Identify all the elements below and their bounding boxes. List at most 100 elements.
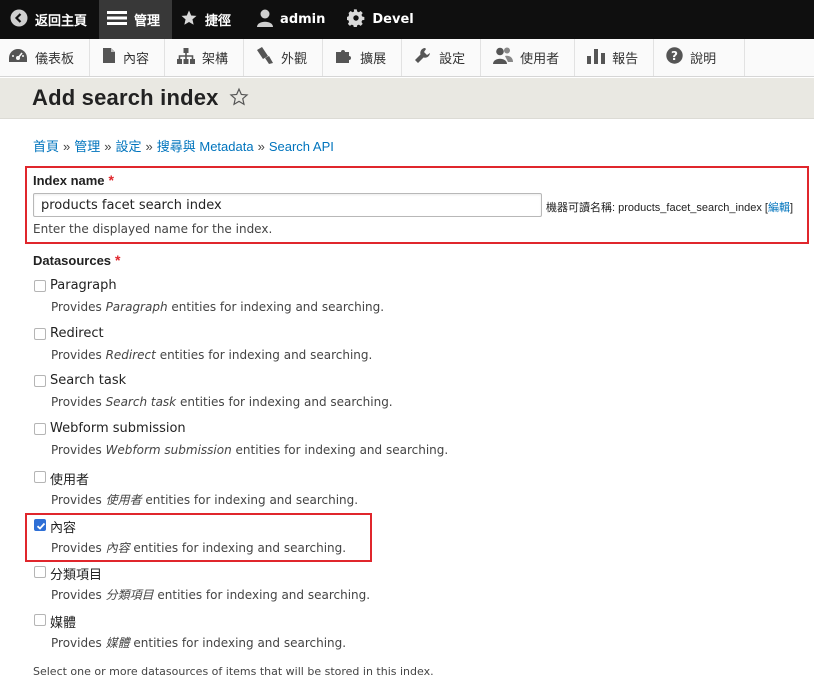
datasources-footnote: Select one or more datasources of items … (33, 665, 434, 678)
index-name-input[interactable] (33, 193, 542, 217)
tray-item-label: 內容 (123, 52, 150, 67)
tray-item-label: 外觀 (281, 52, 308, 67)
datasource-description-prefix: Provides (51, 395, 102, 409)
star-outline-icon[interactable] (229, 87, 249, 111)
arrow-left-circle-icon (10, 9, 35, 31)
datasource-description-entity: 媒體 (105, 636, 130, 650)
breadcrumb-separator: » (104, 139, 112, 154)
datasource-checkbox[interactable] (34, 328, 46, 340)
datasource-option-label[interactable]: 內容 (50, 517, 76, 536)
tray-item-label: 架構 (202, 52, 229, 67)
toolbar-shortcuts-label: 捷徑 (205, 14, 232, 29)
tray-item-label: 儀表板 (35, 52, 75, 67)
tray-item-dashboard[interactable]: 儀表板 (0, 39, 91, 76)
datasource-description-suffix: entities for indexing and searching. (235, 443, 449, 457)
index-name-label: Index name * (33, 172, 114, 188)
dashboard-icon (8, 48, 35, 68)
datasource-checkbox[interactable] (34, 614, 46, 626)
tray-item-appearance[interactable]: 外觀 (244, 39, 324, 76)
datasource-description-entity: 分類項目 (105, 588, 154, 602)
tray-item-extend[interactable]: 擴展 (323, 39, 403, 76)
toolbar-devel[interactable]: Devel (337, 0, 425, 39)
star-icon (180, 9, 205, 31)
datasource-description: Provides Webform submission entities for… (51, 443, 448, 457)
datasource-description-prefix: Provides (51, 300, 102, 314)
page-title: Add search index (32, 85, 219, 110)
page-header: Add search index (0, 78, 814, 119)
datasource-description-entity: Redirect (105, 348, 156, 362)
datasource-description: Provides Redirect entities for indexing … (51, 348, 372, 362)
datasource-description-entity: Search task (105, 395, 177, 409)
wrench-icon (414, 47, 439, 68)
toolbar-user[interactable]: admin (243, 0, 337, 39)
toolbar-shortcuts[interactable]: 捷徑 (172, 0, 243, 39)
people-icon (493, 47, 520, 68)
datasource-description-suffix: entities for indexing and searching. (159, 348, 373, 362)
bar-chart-icon (587, 47, 612, 68)
breadcrumb-config[interactable]: 設定 (116, 139, 142, 154)
datasource-option-label[interactable]: 使用者 (50, 469, 89, 488)
datasource-option-label[interactable]: 分類項目 (50, 564, 102, 583)
datasource-description-suffix: entities for indexing and searching. (133, 541, 347, 555)
datasource-option-label[interactable]: Webform submission (50, 421, 186, 436)
datasource-description-suffix: entities for indexing and searching. (171, 300, 385, 314)
tray-item-label: 使用者 (520, 52, 560, 67)
tray-item-people[interactable]: 使用者 (481, 39, 576, 76)
index-name-label-text: Index name (33, 173, 105, 188)
datasource-description-prefix: Provides (51, 443, 102, 457)
datasource-option-label[interactable]: 媒體 (50, 612, 76, 631)
structure-icon (177, 47, 202, 68)
breadcrumb-admin[interactable]: 管理 (74, 139, 100, 154)
datasource-description: Provides 使用者 entities for indexing and s… (51, 491, 358, 508)
machine-name-edit-link[interactable]: 編輯 (768, 202, 790, 214)
tray-item-structure[interactable]: 架構 (165, 39, 245, 76)
breadcrumb-search-api[interactable]: Search API (269, 139, 334, 154)
breadcrumb-home[interactable]: 首頁 (33, 139, 59, 154)
datasource-description-prefix: Provides (51, 588, 102, 602)
tray-item-label: 設定 (439, 52, 466, 67)
paintbrush-icon (256, 47, 281, 68)
datasource-description-entity: 使用者 (105, 493, 142, 507)
datasource-description: Provides 內容 entities for indexing and se… (51, 539, 346, 556)
help-icon: ? (666, 47, 690, 68)
toolbar-manage-label: 管理 (134, 14, 161, 29)
toolbar-back-to-site[interactable]: 返回主頁 (0, 0, 99, 39)
datasource-description-suffix: entities for indexing and searching. (179, 395, 393, 409)
tray-item-reports[interactable]: 報告 (575, 39, 655, 76)
tray-item-content[interactable]: 內容 (90, 39, 166, 76)
datasource-checkbox[interactable] (34, 423, 46, 435)
required-mark: * (115, 252, 121, 268)
datasource-option-label[interactable]: Paragraph (50, 278, 117, 293)
datasource-option-label[interactable]: Search task (50, 373, 126, 388)
datasource-checkbox[interactable] (34, 375, 46, 387)
datasource-description: Provides 媒體 entities for indexing and se… (51, 634, 346, 651)
breadcrumb-search-metadata[interactable]: 搜尋與 Metadata (157, 139, 254, 154)
admin-tray: 儀表板 內容 架構 外觀 擴展 設定 使用者 報告 ? 說明 (0, 39, 814, 77)
datasources-label-text: Datasources (33, 253, 112, 268)
breadcrumb-separator: » (145, 139, 153, 154)
datasource-description-entity: Paragraph (105, 300, 168, 314)
puzzle-icon (335, 47, 360, 68)
tray-item-label: 擴展 (360, 52, 387, 67)
user-icon (257, 9, 280, 31)
breadcrumb-separator: » (257, 139, 265, 154)
datasource-option-label[interactable]: Redirect (50, 326, 104, 341)
toolbar-manage[interactable]: 管理 (99, 0, 173, 39)
datasource-checkbox[interactable] (34, 280, 46, 292)
datasources-label: Datasources * (33, 252, 121, 268)
datasource-checkbox[interactable] (34, 471, 46, 483)
datasource-checkbox[interactable] (34, 566, 46, 578)
tray-item-config[interactable]: 設定 (402, 39, 482, 76)
datasource-checkbox[interactable] (34, 519, 46, 531)
gear-icon (346, 8, 372, 31)
tray-item-label: 報告 (612, 52, 639, 67)
datasource-description-entity: 內容 (105, 541, 130, 555)
machine-name-bracket: ] (789, 202, 794, 214)
machine-name-text: 機器可讀名稱: products_facet_search_index (546, 202, 762, 214)
toolbar-user-label: admin (280, 12, 326, 27)
machine-name: 機器可讀名稱: products_facet_search_index [編輯] (546, 199, 793, 215)
check-icon (36, 522, 46, 530)
toolbar-devel-label: Devel (372, 12, 414, 27)
tray-item-help[interactable]: ? 說明 (654, 39, 746, 76)
hamburger-menu-icon (107, 10, 134, 30)
